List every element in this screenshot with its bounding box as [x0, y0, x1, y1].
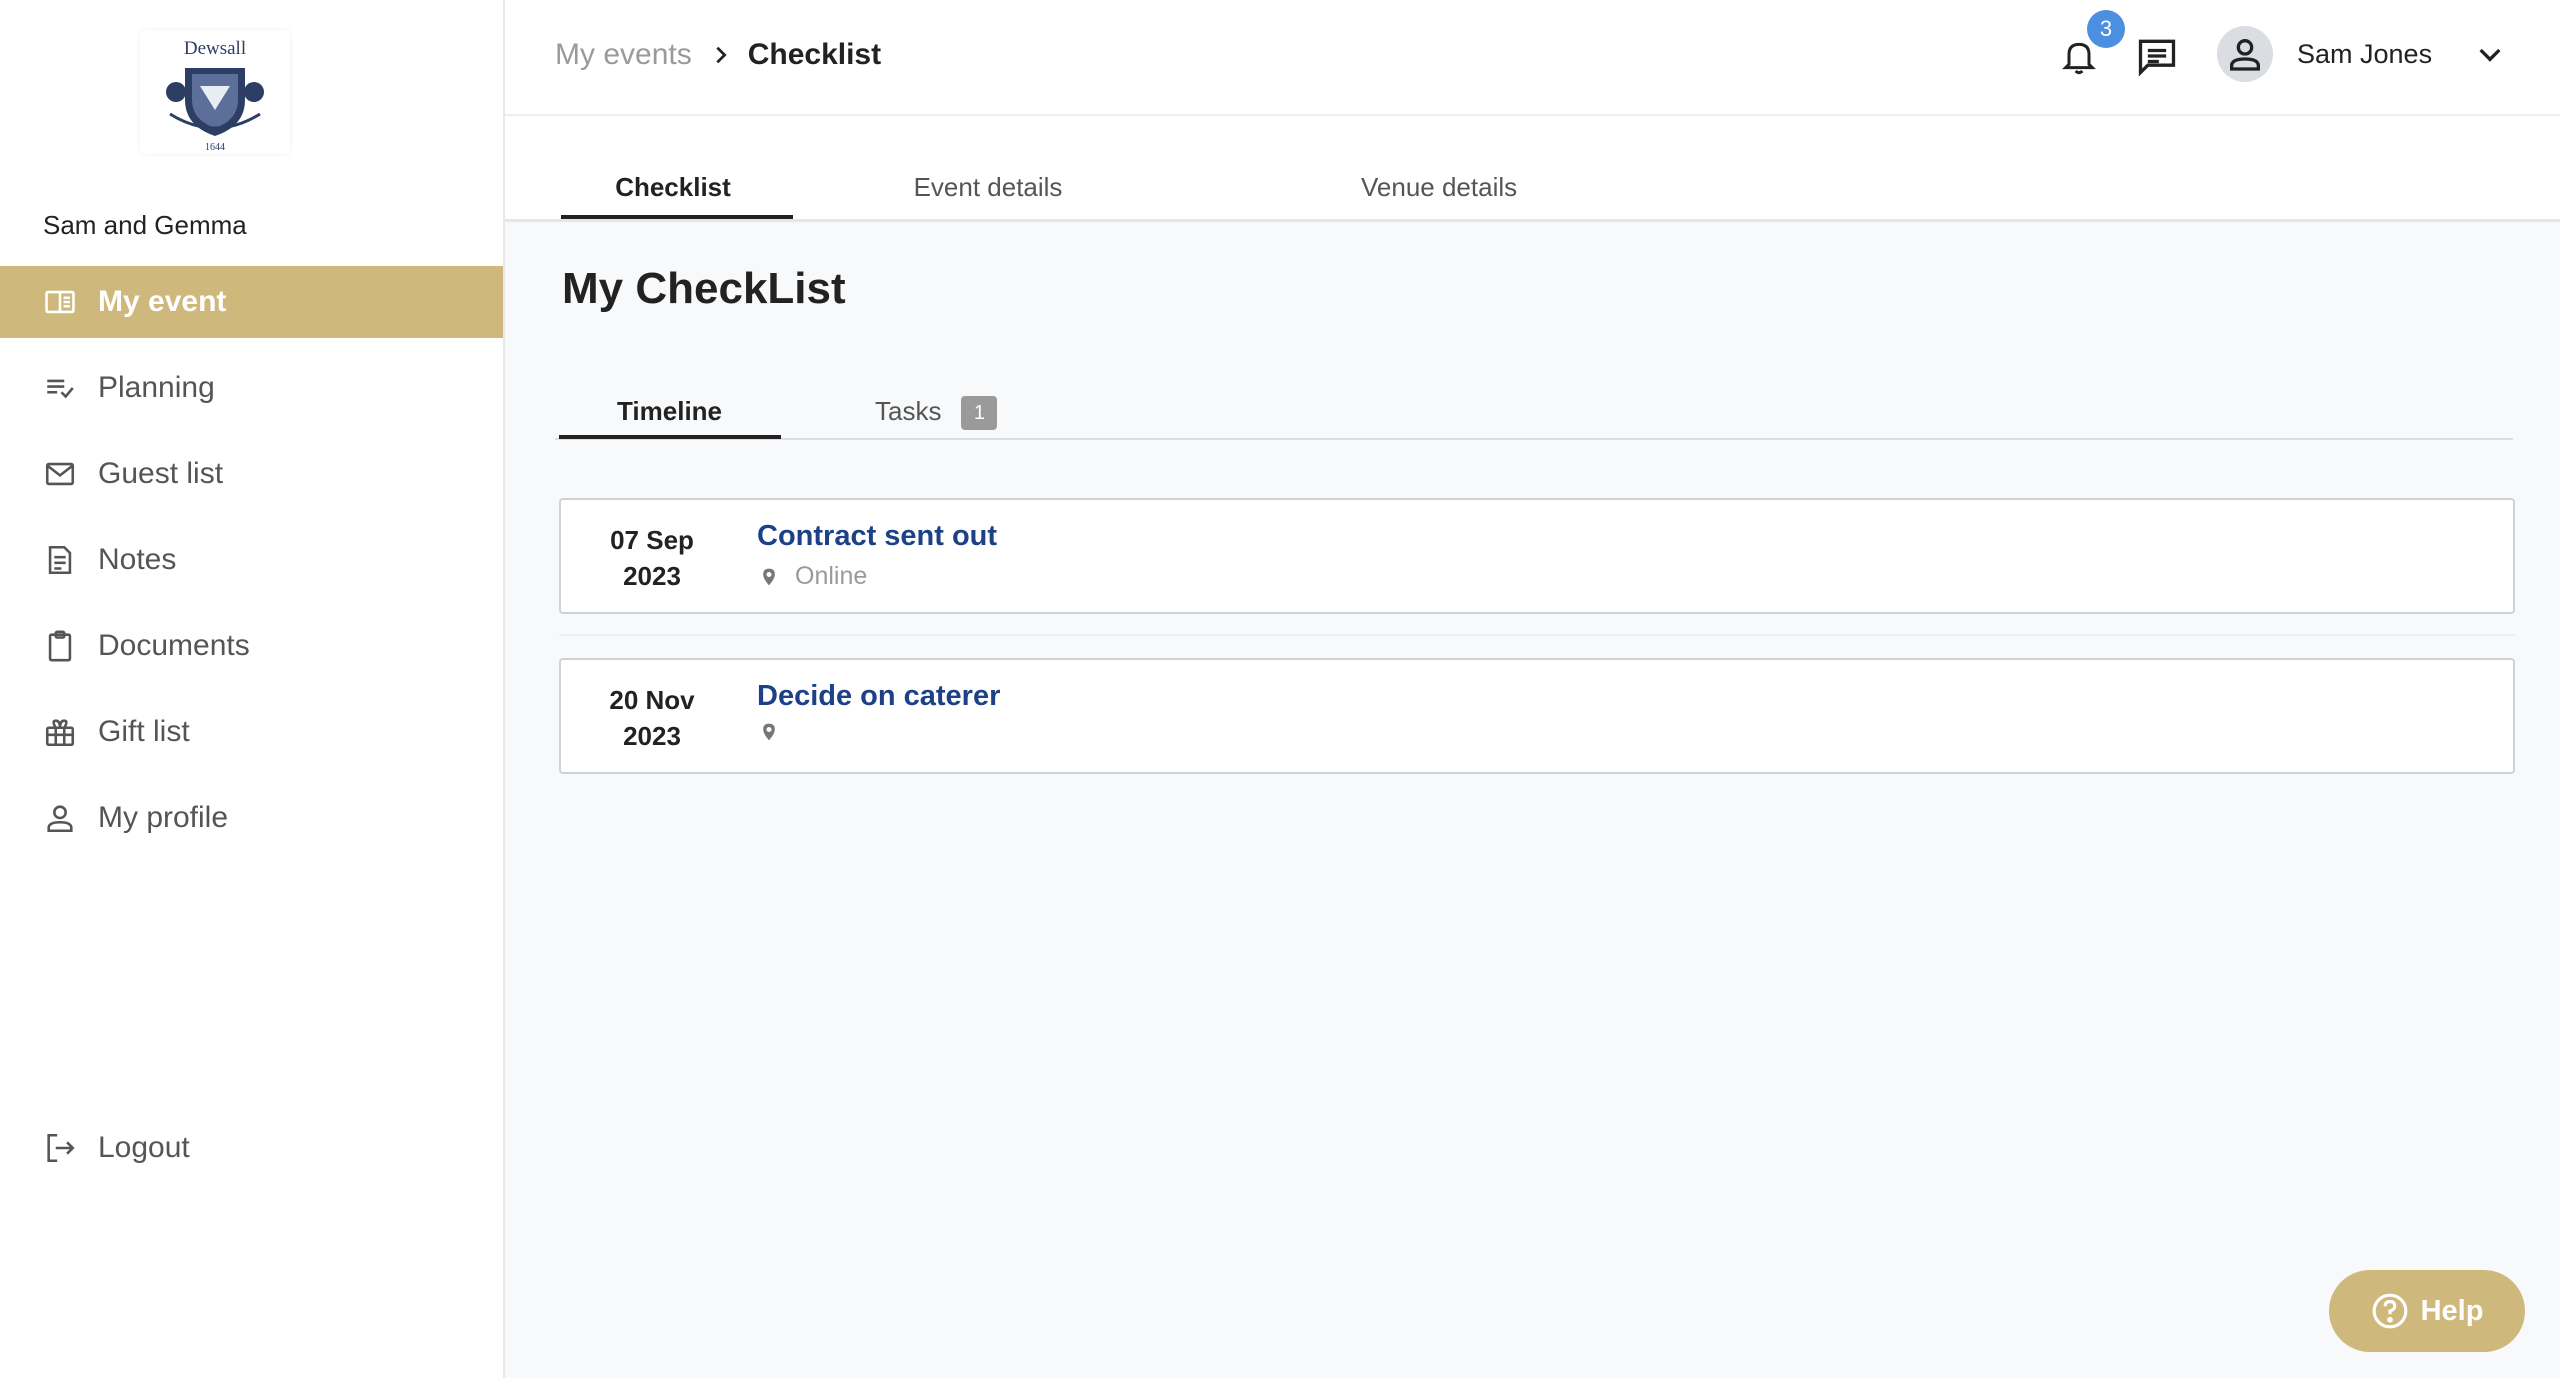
event-location: Online — [759, 562, 867, 591]
sidebar: Dewsall 1644 Sam and Gemma My event Plan… — [0, 0, 505, 1378]
logo-text: Dewsall — [184, 38, 246, 59]
logout-button[interactable]: Logout — [0, 1112, 503, 1184]
chat-icon — [2138, 39, 2176, 77]
note-icon — [42, 542, 78, 578]
college-logo: Dewsall 1644 — [140, 30, 290, 154]
breadcrumb-current: Checklist — [747, 38, 882, 71]
tab-checklist[interactable]: Checklist — [573, 172, 773, 203]
checklist-subtabs: Timeline Tasks 1 — [555, 380, 2513, 440]
event-year: 2023 — [623, 721, 681, 751]
sidebar-item-guest-list[interactable]: Guest list — [0, 438, 503, 510]
person-icon — [42, 800, 78, 836]
event-date: 20 Nov 2023 — [561, 682, 743, 754]
timeline-event-card[interactable]: 07 Sep 2023 Contract sent out Online — [559, 498, 2515, 614]
help-circle-icon — [2372, 1293, 2407, 1329]
card-divider — [559, 634, 2515, 636]
sidebar-item-label: Notes — [98, 543, 177, 576]
person-icon — [2230, 39, 2260, 71]
tab-timeline[interactable]: Timeline — [617, 396, 722, 427]
tab-event-details[interactable]: Event details — [883, 172, 1093, 203]
event-location-text: Online — [795, 562, 868, 590]
crest-icon: Dewsall 1644 — [166, 38, 264, 153]
notification-badge: 3 — [2087, 10, 2125, 48]
sidebar-item-label: Documents — [98, 629, 250, 662]
mail-icon — [42, 456, 78, 492]
gift-icon — [42, 714, 78, 750]
sidebar-item-planning[interactable]: Planning — [0, 352, 503, 424]
messages-button[interactable] — [2135, 34, 2183, 82]
user-name: Sam Jones — [2297, 38, 2433, 69]
sidebar-item-my-event[interactable]: My event — [0, 266, 503, 338]
sidebar-item-documents[interactable]: Documents — [0, 610, 503, 682]
sidebar-item-label: My event — [98, 285, 227, 318]
user-menu[interactable]: Sam Jones — [2217, 26, 2506, 82]
tasks-count-badge: 1 — [961, 396, 998, 431]
tab-tasks[interactable]: Tasks 1 — [875, 396, 998, 431]
active-subtab-indicator — [559, 435, 781, 439]
page-title: My CheckList — [562, 264, 846, 313]
active-tab-indicator — [561, 215, 793, 219]
sidebar-item-gift-list[interactable]: Gift list — [0, 696, 503, 768]
location-pin-icon — [763, 723, 775, 741]
event-year: 2023 — [623, 561, 681, 591]
logout-label: Logout — [98, 1131, 190, 1164]
main-tabs: Checklist Venue details Event details — [505, 116, 2560, 222]
clipboard-icon — [42, 628, 78, 664]
sidebar-item-label: Planning — [98, 371, 215, 404]
tab-venue-details[interactable]: Venue details — [1361, 172, 1517, 203]
event-title[interactable]: Contract sent out — [757, 520, 997, 553]
logout-icon — [42, 1130, 78, 1166]
chevron-right-icon — [716, 46, 727, 64]
location-pin-icon — [763, 568, 775, 585]
sidebar-item-label: Gift list — [98, 715, 190, 748]
book-open-icon — [42, 284, 78, 320]
sidebar-item-notes[interactable]: Notes — [0, 524, 503, 596]
timeline-event-card[interactable]: 20 Nov 2023 Decide on caterer — [559, 658, 2515, 774]
avatar — [2217, 26, 2273, 82]
sidebar-nav: My event Planning Guest list Notes Docum… — [0, 266, 503, 868]
top-header: My events Checklist 3 Sam Jones — [505, 0, 2560, 116]
checklist-icon — [42, 370, 78, 406]
breadcrumb: My events Checklist — [555, 38, 881, 72]
event-day: 20 Nov — [609, 685, 695, 715]
sidebar-item-label: My profile — [98, 801, 229, 834]
main-content: My events Checklist 3 Sam Jones Checklis… — [505, 0, 2560, 1378]
logo-year: 1644 — [205, 142, 225, 153]
event-day: 07 Sep — [610, 525, 694, 555]
event-name: Sam and Gemma — [43, 210, 247, 240]
chevron-down-icon — [2479, 48, 2501, 62]
help-button[interactable]: Help — [2329, 1270, 2525, 1352]
tab-tasks-label: Tasks — [875, 396, 942, 426]
event-location — [759, 722, 795, 742]
help-label: Help — [2420, 1294, 2484, 1327]
sidebar-item-my-profile[interactable]: My profile — [0, 782, 503, 854]
event-date: 07 Sep 2023 — [561, 522, 743, 594]
event-title[interactable]: Decide on caterer — [757, 680, 1000, 713]
sidebar-item-label: Guest list — [98, 457, 224, 490]
breadcrumb-my-events[interactable]: My events — [555, 38, 692, 72]
